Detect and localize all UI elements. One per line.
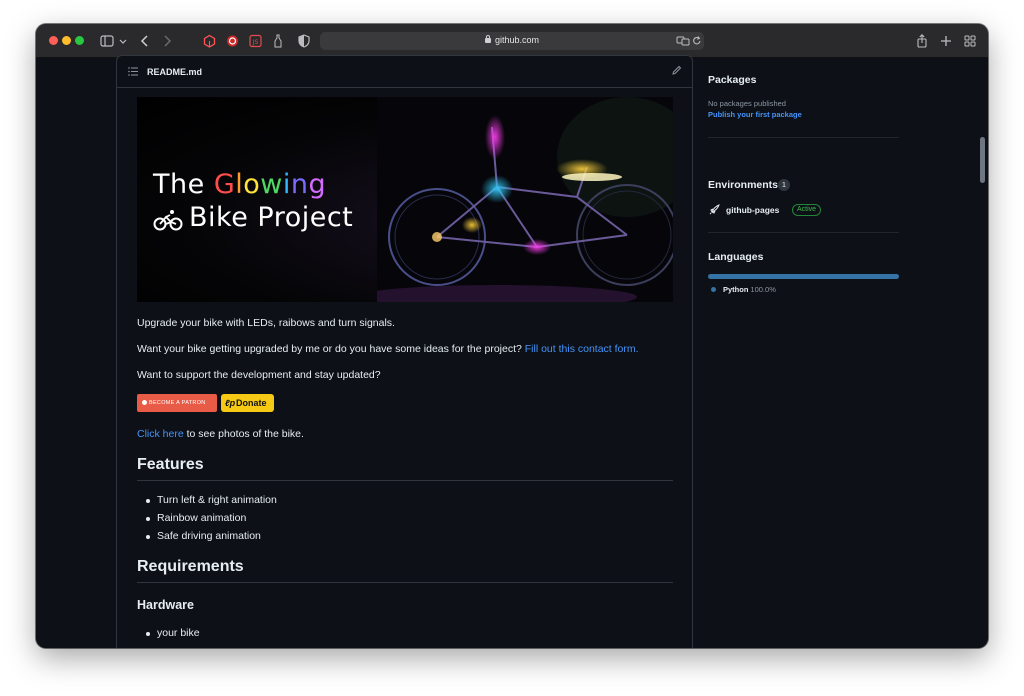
- banner-glowing-letter: o: [243, 169, 261, 200]
- banner-glowing-letter: G: [213, 169, 236, 200]
- intro-text: Upgrade your bike with LEDs, raibows and…: [137, 317, 395, 329]
- readme-header: README.md: [117, 56, 692, 88]
- list-item: your bike: [146, 627, 200, 639]
- close-window-button[interactable]: [49, 36, 58, 45]
- readme-filename[interactable]: README.md: [147, 67, 202, 77]
- divider: [708, 232, 899, 233]
- page-content: README.md The Glowing Bike Project Upgra…: [36, 55, 988, 648]
- banner-glowing-letter: g: [308, 169, 327, 200]
- environments-count-badge: 1: [778, 179, 790, 191]
- packages-heading[interactable]: Packages: [708, 74, 756, 86]
- zoom-window-button[interactable]: [75, 36, 84, 45]
- list-item: Turn left & right animation: [146, 494, 277, 506]
- extension-bottle-icon[interactable]: [274, 33, 282, 49]
- chevron-down-icon[interactable]: [119, 33, 127, 49]
- bicycle-icon: [153, 210, 183, 231]
- list-item: Rainbow animation: [145, 512, 247, 524]
- donate-badge[interactable]: Donate: [221, 394, 274, 412]
- language-bar: [708, 274, 899, 279]
- lock-icon: [484, 35, 491, 43]
- banner-glowing-letter: w: [260, 169, 283, 200]
- publish-package-link[interactable]: Publish your first package: [708, 110, 802, 119]
- glowing-bike-photo: [377, 97, 673, 302]
- address-bar[interactable]: github.com: [320, 32, 704, 50]
- status-badge: Active: [792, 204, 822, 216]
- divider: [137, 480, 673, 481]
- hardware-heading: Hardware: [137, 598, 194, 612]
- packages-empty-text: No packages published: [708, 99, 786, 108]
- tab-overview-icon[interactable]: [964, 33, 976, 49]
- url-display: github.com: [320, 35, 704, 45]
- browser-window: JS github.com README.md The Glowing Bike…: [36, 24, 988, 648]
- translate-icon[interactable]: [676, 33, 690, 49]
- photos-paragraph: Click here to see photos of the bike.: [137, 428, 304, 440]
- reload-icon[interactable]: [692, 33, 702, 49]
- project-banner-image: The Glowing Bike Project: [137, 97, 673, 302]
- extension-cube-icon[interactable]: [203, 33, 216, 49]
- new-tab-icon[interactable]: [940, 33, 952, 49]
- list-item: Safe driving animation: [146, 530, 261, 542]
- banner-glowing-word: Glowing: [214, 169, 326, 200]
- languages-heading: Languages: [708, 251, 764, 263]
- requirements-heading: Requirements: [137, 558, 244, 575]
- banner-glowing-letter: i: [282, 169, 291, 200]
- banner-title-line1: The Glowing: [153, 169, 327, 200]
- extension-js-icon[interactable]: JS: [249, 33, 262, 49]
- become-patron-badge[interactable]: BECOME A PATRON: [137, 394, 217, 412]
- features-heading: Features: [137, 456, 204, 473]
- sidebar-toggle-icon[interactable]: [100, 33, 114, 49]
- rocket-icon: [709, 204, 720, 215]
- readme-panel: README.md The Glowing Bike Project Upgra…: [116, 55, 693, 648]
- browser-toolbar: JS github.com: [36, 24, 988, 58]
- support-text: Want to support the development and stay…: [137, 369, 381, 381]
- svg-text:JS: JS: [252, 39, 259, 46]
- back-icon[interactable]: [140, 33, 150, 49]
- repo-sidebar: Packages No packages published Publish y…: [708, 59, 900, 648]
- contact-form-link[interactable]: Fill out this contact form.: [525, 343, 639, 355]
- contact-paragraph: Want your bike getting upgraded by me or…: [137, 343, 639, 355]
- photos-link[interactable]: Click here: [137, 428, 184, 440]
- forward-icon[interactable]: [162, 33, 172, 49]
- environment-link[interactable]: github-pages: [726, 205, 779, 215]
- page-scrollbar[interactable]: [980, 137, 985, 183]
- environments-heading[interactable]: Environments: [708, 179, 778, 191]
- language-item[interactable]: Python 100.0%: [723, 285, 776, 294]
- divider: [137, 582, 673, 583]
- outline-list-icon[interactable]: [128, 67, 138, 76]
- share-icon[interactable]: [916, 33, 928, 49]
- extension-shield-icon[interactable]: [226, 33, 239, 49]
- privacy-shield-icon[interactable]: [298, 33, 310, 49]
- banner-glowing-letter: n: [290, 169, 309, 200]
- minimize-window-button[interactable]: [62, 36, 71, 45]
- pencil-icon[interactable]: [671, 65, 682, 76]
- banner-title-line2: Bike Project: [189, 202, 354, 233]
- language-color-dot: [711, 287, 716, 292]
- divider: [708, 137, 899, 138]
